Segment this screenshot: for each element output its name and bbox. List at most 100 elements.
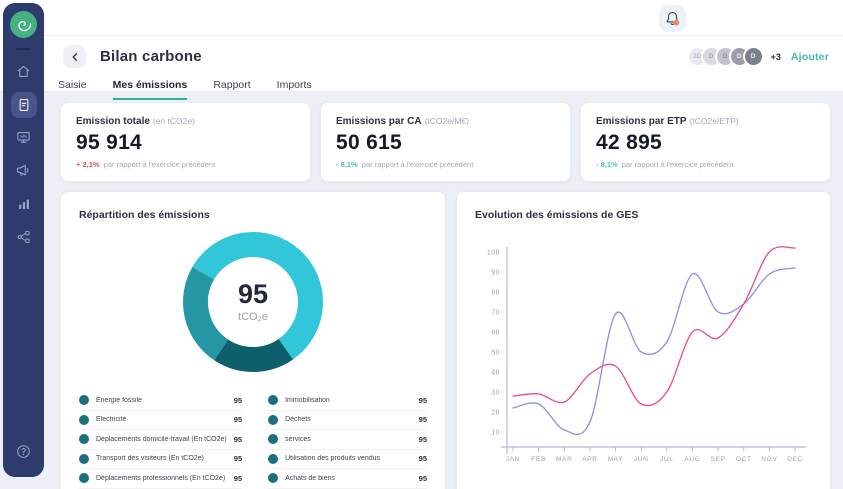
kpi-value: 42 895 — [596, 131, 815, 155]
tab-saisie[interactable]: Saisie — [58, 79, 87, 100]
donut-segment-medium-teal[interactable] — [195, 273, 221, 350]
y-tick-label: 80 — [491, 290, 500, 297]
legend-item: Déchets95 — [268, 411, 427, 431]
avatar-stack[interactable]: JDDDDD — [687, 46, 764, 67]
x-tick-label: JUL — [660, 456, 674, 463]
y-tick-label: 70 — [491, 310, 500, 317]
tab-rapport[interactable]: Rapport — [213, 79, 250, 100]
x-tick-label: JUN — [634, 456, 649, 463]
kpi-title: Emissions par CA — [336, 116, 422, 127]
kpi-card-emissions-per-revenue: Emissions par CA (tCO2e/M€) 50 615 - 8,1… — [320, 102, 571, 182]
x-tick-label: NOV — [761, 456, 777, 463]
y-tick-label: 60 — [491, 330, 500, 337]
line-chart: 102030405060708090100JANFEBMARAPRMAYJUNJ… — [457, 192, 831, 489]
document-icon — [16, 97, 32, 113]
sidebar-item-announcements[interactable] — [3, 154, 44, 187]
legend-label: services — [285, 436, 412, 443]
chevron-left-icon — [69, 51, 81, 63]
sidebar-item-network[interactable] — [3, 220, 44, 253]
top-header: Bilan carbone JDDDDD +3 Ajouter SaisieMe… — [0, 0, 843, 92]
megaphone-icon — [15, 162, 32, 179]
x-tick-label: DEC — [787, 456, 803, 463]
sidebar-item-analytics[interactable] — [3, 187, 44, 220]
y-tick-label: 100 — [487, 250, 500, 257]
kpi-unit: (tCO2e/M€) — [425, 116, 469, 126]
y-tick-label: 40 — [491, 370, 500, 377]
notification-dot — [673, 20, 679, 26]
ges-evolution-card: Evolution des émissions de GES 102030405… — [456, 191, 831, 489]
legend-label: Transport des visiteurs (En tCO2e) — [96, 455, 227, 462]
kpi-value: 50 615 — [336, 131, 555, 155]
sidebar-item-home[interactable] — [3, 55, 44, 88]
legend-label: Electricité — [96, 416, 227, 423]
legend-item: Déplacements domicile-travail (En tCO2e)… — [79, 430, 242, 450]
kpi-title: Emission totale — [76, 116, 150, 127]
home-icon — [15, 63, 32, 80]
add-member-button[interactable]: Ajouter — [791, 51, 829, 63]
legend-value: 95 — [419, 396, 427, 405]
kpi-unit: (tCO2e/ETP) — [690, 116, 739, 126]
x-tick-label: OCT — [736, 456, 752, 463]
avatar-more-count: +3 — [771, 52, 781, 62]
donut-segment-dark-teal[interactable] — [221, 349, 286, 359]
notifications-button[interactable] — [659, 5, 686, 32]
legend-value: 95 — [419, 435, 427, 444]
legend-value: 95 — [234, 454, 242, 463]
kpi-delta-line: - 8,1% par rapport à l'exercice précéden… — [336, 160, 555, 169]
kpi-card-emissions-per-fte: Emissions par ETP (tCO2e/ETP) 42 895 - 8… — [580, 102, 831, 182]
tab-imports[interactable]: Imports — [277, 79, 312, 100]
main-content: Emission totale (en tCO2e) 95 914 + 2,1%… — [44, 92, 843, 489]
avatar[interactable]: D — [743, 46, 764, 67]
donut-chart: 95 tCO₂e — [178, 227, 328, 377]
kpi-row: Emission totale (en tCO2e) 95 914 + 2,1%… — [60, 102, 831, 182]
tab-mes-émissions[interactable]: Mes émissions — [113, 79, 188, 100]
notification-strip — [0, 0, 843, 36]
bar-chart-icon — [16, 196, 32, 212]
kpi-delta-suffix: par rapport à l'exercice précédent — [362, 160, 474, 169]
legend-dot-icon — [79, 415, 89, 425]
x-tick-label: SEP — [711, 456, 726, 463]
kpi-value: 95 914 — [76, 131, 295, 155]
x-tick-label: MAY — [608, 456, 624, 463]
legend-value: 95 — [419, 474, 427, 483]
legend-item: Transport des visiteurs (En tCO2e) 95 — [79, 450, 242, 470]
kpi-delta-suffix: par rapport à l'exercice précédent — [622, 160, 734, 169]
legend-value: 95 — [234, 415, 242, 424]
kpi-delta: - 8,1% — [336, 160, 358, 169]
legend-dot-icon — [268, 434, 278, 444]
legend-item: Immobilisation95 — [268, 391, 427, 411]
legend-value: 95 — [234, 396, 242, 405]
kpi-unit: (en tCO2e) — [153, 116, 195, 126]
emissions-breakdown-card: Répartition des émissions 95 tCO₂e Energ… — [60, 191, 446, 489]
y-tick-label: 20 — [491, 410, 500, 417]
back-button[interactable] — [63, 45, 86, 68]
x-tick-label: FEB — [531, 456, 546, 463]
y-tick-label: 30 — [491, 390, 500, 397]
sidebar-item-help[interactable] — [15, 443, 32, 465]
legend-label: Déchets — [285, 416, 412, 423]
sidebar-item-documents[interactable] — [3, 88, 44, 121]
legend-dot-icon — [268, 395, 278, 405]
sidebar-divider — [16, 48, 31, 50]
tab-bar: Saisie Mes émissions Rapport Imports — [0, 68, 843, 100]
spiral-logo-icon — [14, 15, 34, 35]
sidebar — [3, 3, 44, 477]
legend-label: Déplacements domicile-travail (En tCO2e) — [96, 436, 227, 443]
y-tick-label: 10 — [491, 430, 500, 437]
legend-value: 95 — [419, 454, 427, 463]
x-tick-label: JAN — [506, 456, 520, 463]
legend-item: services 95 — [268, 430, 427, 450]
legend-item: Déplacements professionnels (En tCO2e)95 — [79, 469, 242, 489]
title-bar: Bilan carbone JDDDDD +3 Ajouter — [0, 36, 843, 68]
members-area: JDDDDD +3 Ajouter — [687, 46, 829, 67]
legend-label: Energie fossile — [96, 397, 227, 404]
hierarchy-icon — [16, 229, 32, 245]
legend-label: Déplacements professionnels (En tCO2e) — [96, 475, 227, 482]
sidebar-item-presentation[interactable] — [3, 121, 44, 154]
legend-dot-icon — [79, 473, 89, 483]
kpi-delta: - 8,1% — [596, 160, 618, 169]
series-blue — [513, 268, 795, 434]
kpi-delta-line: + 2,1% par rapport à l'exercice précéden… — [76, 160, 295, 169]
app-logo[interactable] — [10, 11, 37, 38]
donut-chart-title: Répartition des émissions — [61, 192, 445, 221]
